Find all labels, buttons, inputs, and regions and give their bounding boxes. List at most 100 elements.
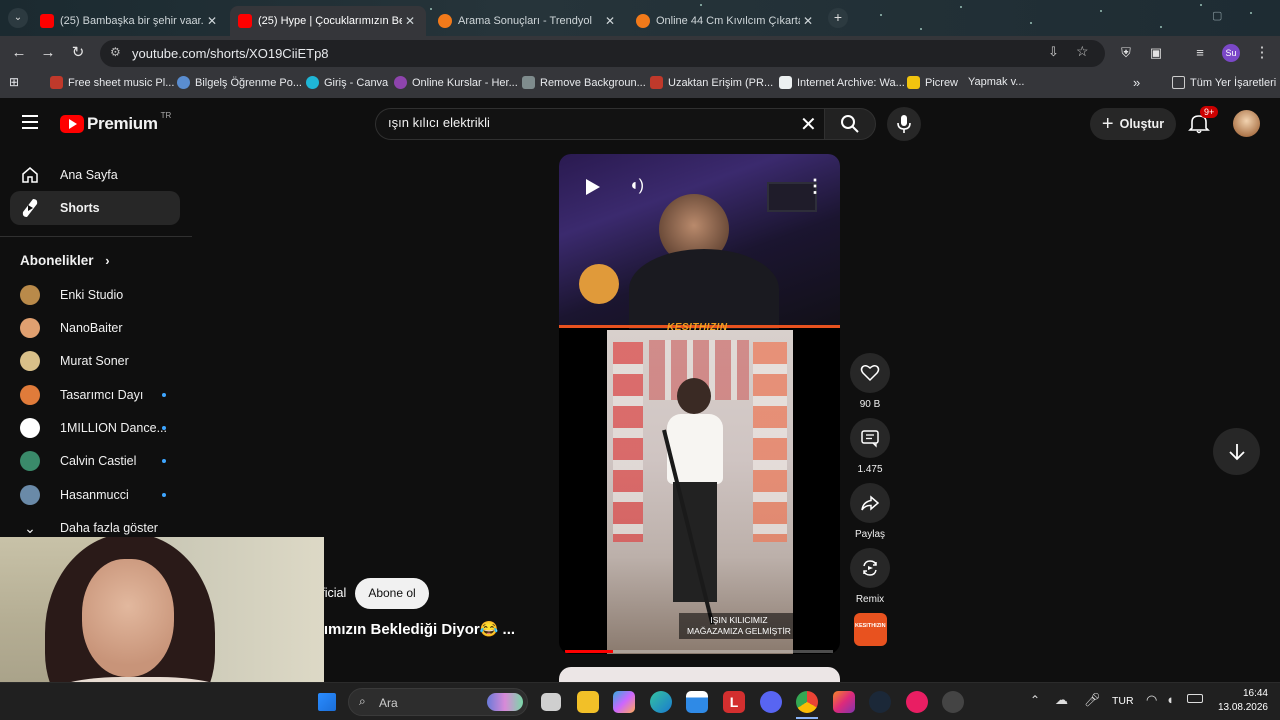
- file-explorer-icon[interactable]: [577, 691, 599, 713]
- subscription-item[interactable]: Enki Studio: [10, 278, 180, 312]
- search-icon: ⌕: [359, 694, 366, 708]
- address-bar[interactable]: ⚙ youtube.com/shorts/XO19CiiETp8 ⇩ ☆: [100, 40, 1105, 67]
- copilot-icon[interactable]: [613, 691, 635, 713]
- subscription-item[interactable]: NanoBaiter: [10, 311, 180, 345]
- browser-tab[interactable]: (25) Bambaşka bir şehir vaar... ✕: [32, 6, 228, 36]
- youtube-icon: [238, 14, 252, 28]
- sidebar-item-home[interactable]: Ana Sayfa: [10, 158, 180, 192]
- notifications-button[interactable]: 9+: [1188, 106, 1219, 136]
- subscriptions-heading[interactable]: Abonelikler ›: [20, 253, 110, 268]
- tab-search-button[interactable]: ⌄: [8, 8, 28, 28]
- bookmark-star-icon[interactable]: ☆: [1076, 43, 1089, 60]
- clear-search-icon[interactable]: ✕: [800, 112, 817, 137]
- new-content-dot: [162, 459, 166, 463]
- shield-extension-icon[interactable]: ⛨: [1116, 43, 1136, 63]
- like-button[interactable]: 90 B: [850, 353, 890, 410]
- account-avatar[interactable]: [1233, 110, 1260, 137]
- tab-close-icon[interactable]: ✕: [402, 14, 418, 28]
- instagram-icon[interactable]: [833, 691, 855, 713]
- all-bookmarks-folder[interactable]: Tüm Yer İşaretleri: [1172, 76, 1276, 89]
- search-input[interactable]: [388, 115, 788, 130]
- apps-grid-icon[interactable]: ⊞: [9, 75, 19, 89]
- bookmark-item[interactable]: Yapmak v...: [968, 76, 1024, 88]
- taskbar-search-placeholder: Ara: [379, 696, 398, 710]
- comment-icon: [861, 430, 879, 448]
- bookmark-item[interactable]: Giriş - Canva: [306, 76, 388, 89]
- sound-thumbnail[interactable]: KESITHIZIN: [854, 613, 887, 646]
- new-content-dot: [162, 426, 166, 430]
- new-tab-button[interactable]: +: [828, 8, 848, 28]
- browser-tab[interactable]: Arama Sonuçları - Trendyol ✕: [430, 6, 626, 36]
- task-view-icon[interactable]: [541, 693, 561, 711]
- youtube-logo[interactable]: Premium TR: [60, 111, 171, 134]
- search-button[interactable]: [824, 108, 876, 140]
- video-progress-track[interactable]: [565, 650, 833, 653]
- back-arrow-icon[interactable]: ←: [9, 43, 29, 63]
- battery-icon[interactable]: [1187, 694, 1203, 703]
- steam-icon[interactable]: [869, 691, 891, 713]
- profile-avatar[interactable]: Su: [1222, 44, 1240, 62]
- clock[interactable]: 16:44 13.08.2026: [1210, 687, 1268, 715]
- share-button[interactable]: Paylaş: [850, 483, 890, 540]
- subscription-item[interactable]: Hasanmucci: [10, 478, 180, 512]
- comments-button[interactable]: 1.475: [850, 418, 890, 475]
- music-app-icon[interactable]: [906, 691, 928, 713]
- forward-arrow-icon[interactable]: →: [38, 43, 58, 63]
- bookmark-item[interactable]: Bilgelş Öğrenme Po...: [177, 76, 302, 89]
- create-button[interactable]: + Oluştur: [1090, 108, 1176, 140]
- taskbar-search[interactable]: ⌕ Ara: [348, 688, 528, 716]
- sidebar-item-shorts[interactable]: Shorts: [10, 191, 180, 225]
- reload-icon[interactable]: ↻: [68, 43, 88, 63]
- bookmark-item[interactable]: Free sheet music Pl...: [50, 76, 174, 89]
- volume-icon[interactable]: ◖): [629, 177, 644, 195]
- url-text[interactable]: youtube.com/shorts/XO19CiiETp8: [132, 46, 329, 61]
- tab-close-icon[interactable]: ✕: [800, 14, 816, 28]
- subscription-item[interactable]: Tasarımcı Dayı: [10, 378, 180, 412]
- more-options-icon[interactable]: ⋮: [806, 176, 824, 197]
- hamburger-menu-icon[interactable]: [22, 115, 38, 129]
- shorts-video-player[interactable]: ◖) ⋮ KESITHIZIN IŞIN KILICIMIZ MAĞAZAMIZ…: [559, 154, 840, 654]
- speaker-icon[interactable]: ◖: [1166, 692, 1174, 707]
- bookmark-item[interactable]: Online Kurslar - Her...: [394, 76, 518, 89]
- short-title[interactable]: rımızın Beklediği Diyor😂 ...: [318, 620, 515, 638]
- site-info-icon[interactable]: ⚙: [110, 45, 121, 59]
- chrome-icon[interactable]: [796, 691, 818, 713]
- share-label: Paylaş: [854, 529, 885, 540]
- bookmark-item[interactable]: Remove Backgroun...: [522, 76, 646, 89]
- browser-tab[interactable]: Online 44 Cm Kıvılcım Çıkartan... ✕: [628, 6, 824, 36]
- extensions-puzzle-icon[interactable]: ▣: [1146, 43, 1166, 63]
- browser-menu-icon[interactable]: ⋮: [1252, 43, 1272, 63]
- media-list-icon[interactable]: ≡: [1190, 43, 1210, 63]
- browser-tab-active[interactable]: (25) Hype | Çocuklarımızın Bekl... ✕: [230, 6, 426, 36]
- subscription-item[interactable]: 1MILLION Dance...: [10, 411, 180, 445]
- create-label: Oluştur: [1119, 117, 1165, 131]
- start-button-icon[interactable]: [318, 693, 336, 711]
- bookmark-item[interactable]: Picrew: [907, 76, 958, 89]
- l-app-icon[interactable]: L: [723, 691, 745, 713]
- tab-close-icon[interactable]: ✕: [602, 14, 618, 28]
- store-icon[interactable]: [686, 691, 708, 713]
- game-app-icon[interactable]: [942, 691, 964, 713]
- subscription-item[interactable]: Murat Soner: [10, 344, 180, 378]
- remix-button[interactable]: Remix: [850, 548, 890, 605]
- voice-search-button[interactable]: [887, 107, 921, 141]
- bookmark-item[interactable]: Uzaktan Erişim (PR...: [650, 76, 773, 89]
- more-bookmarks-chevron[interactable]: »: [1133, 75, 1140, 90]
- tray-expand-icon[interactable]: ⌃: [1030, 693, 1040, 707]
- channel-avatar: [20, 285, 40, 305]
- next-video-button[interactable]: [1213, 428, 1260, 475]
- subscribe-button[interactable]: Abone ol: [355, 578, 429, 609]
- tab-title: Online 44 Cm Kıvılcım Çıkartan...: [656, 15, 800, 27]
- search-box[interactable]: ✕: [375, 108, 825, 140]
- subscription-item[interactable]: Calvin Castiel: [10, 444, 180, 478]
- install-app-icon[interactable]: ⇩: [1048, 44, 1059, 60]
- language-indicator[interactable]: TUR: [1112, 695, 1134, 707]
- bookmark-item[interactable]: Internet Archive: Wa...: [779, 76, 905, 89]
- edge-icon[interactable]: [650, 691, 672, 713]
- discord-icon[interactable]: [760, 691, 782, 713]
- tab-close-icon[interactable]: ✕: [204, 14, 220, 28]
- mic-tray-icon[interactable]: 🎤︎: [1084, 692, 1101, 708]
- play-icon[interactable]: [586, 179, 600, 195]
- onedrive-icon[interactable]: ☁: [1055, 692, 1068, 708]
- wifi-icon[interactable]: ◠: [1146, 692, 1157, 708]
